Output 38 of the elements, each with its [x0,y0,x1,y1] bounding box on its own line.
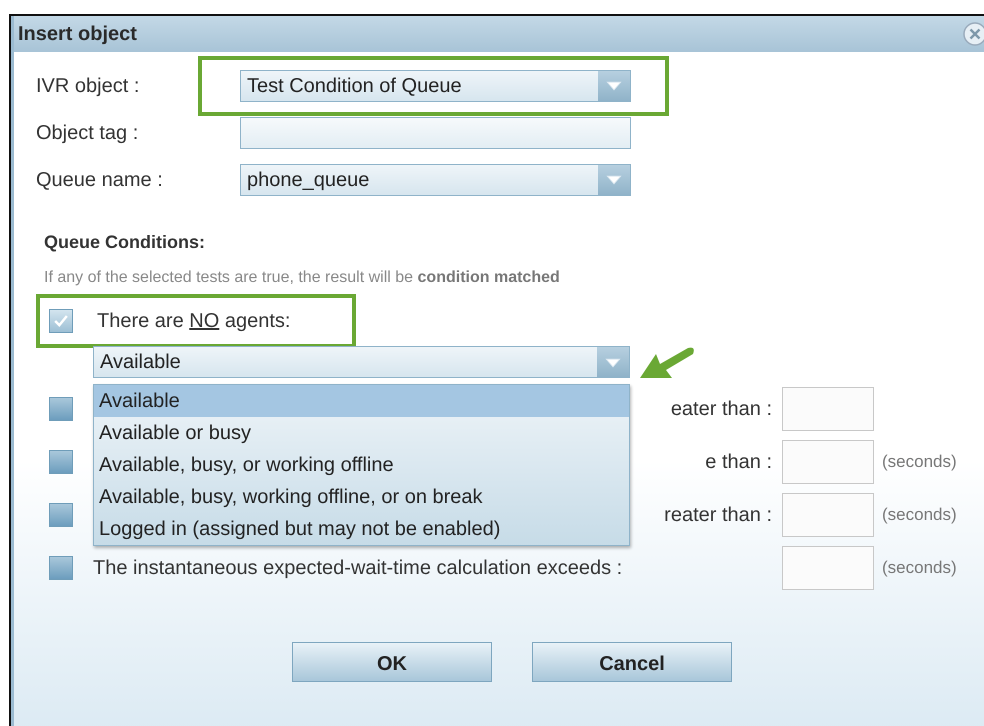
checkbox[interactable] [49,556,73,580]
hint-text: If any of the selected tests are true, the result will be condition matched [44,268,561,288]
dialog-button[interactable]: OK [292,642,492,682]
unit-label: (seconds) [881,504,958,526]
dropdown-field[interactable]: Available [93,346,630,378]
checkbox-label: There are NO agents: [97,309,290,334]
checkbox[interactable] [49,450,73,474]
field-label: Queue name : [36,168,164,192]
condition-label: eater than : [670,396,772,422]
checkbox[interactable] [49,502,73,526]
dropdown-option[interactable]: Available, busy, or working offline [94,449,629,481]
field-label: Object tag : [36,120,140,146]
unit-label: (seconds) [881,450,958,473]
condition-label: The instantaneous expected-wait-time calculation exceeds : [93,556,622,580]
caret-icon[interactable] [598,164,630,194]
field-label: IVR object : [36,74,140,98]
input-field[interactable] [240,116,631,148]
input-field[interactable] [782,440,874,484]
dialog-button[interactable]: Cancel [532,642,732,682]
condition-label: e than : [705,450,772,474]
dropdown-option[interactable]: Available or busy [94,417,629,449]
checkbox[interactable] [49,309,73,333]
dropdown-option[interactable]: Available, busy, working offline, or on break [94,481,629,513]
input-field[interactable] [782,386,874,430]
input-field[interactable] [782,492,874,536]
input-field[interactable] [782,546,874,590]
dropdown-option[interactable]: Logged in (assigned but may not be enabled) [94,513,629,545]
close-icon[interactable] [962,21,984,47]
condition-label: reater than : [664,502,772,528]
dropdown-option[interactable]: Available [94,385,629,417]
section-heading: Queue Conditions: [44,231,206,254]
caret-icon[interactable] [598,70,630,100]
select-field[interactable]: phone_queue [240,164,631,196]
dialog-title: Insert object [18,22,137,47]
caret-icon[interactable] [597,347,629,377]
unit-label: (seconds) [881,556,958,579]
select-field[interactable]: Test Condition of Queue [240,70,631,102]
checkbox[interactable] [49,396,73,420]
